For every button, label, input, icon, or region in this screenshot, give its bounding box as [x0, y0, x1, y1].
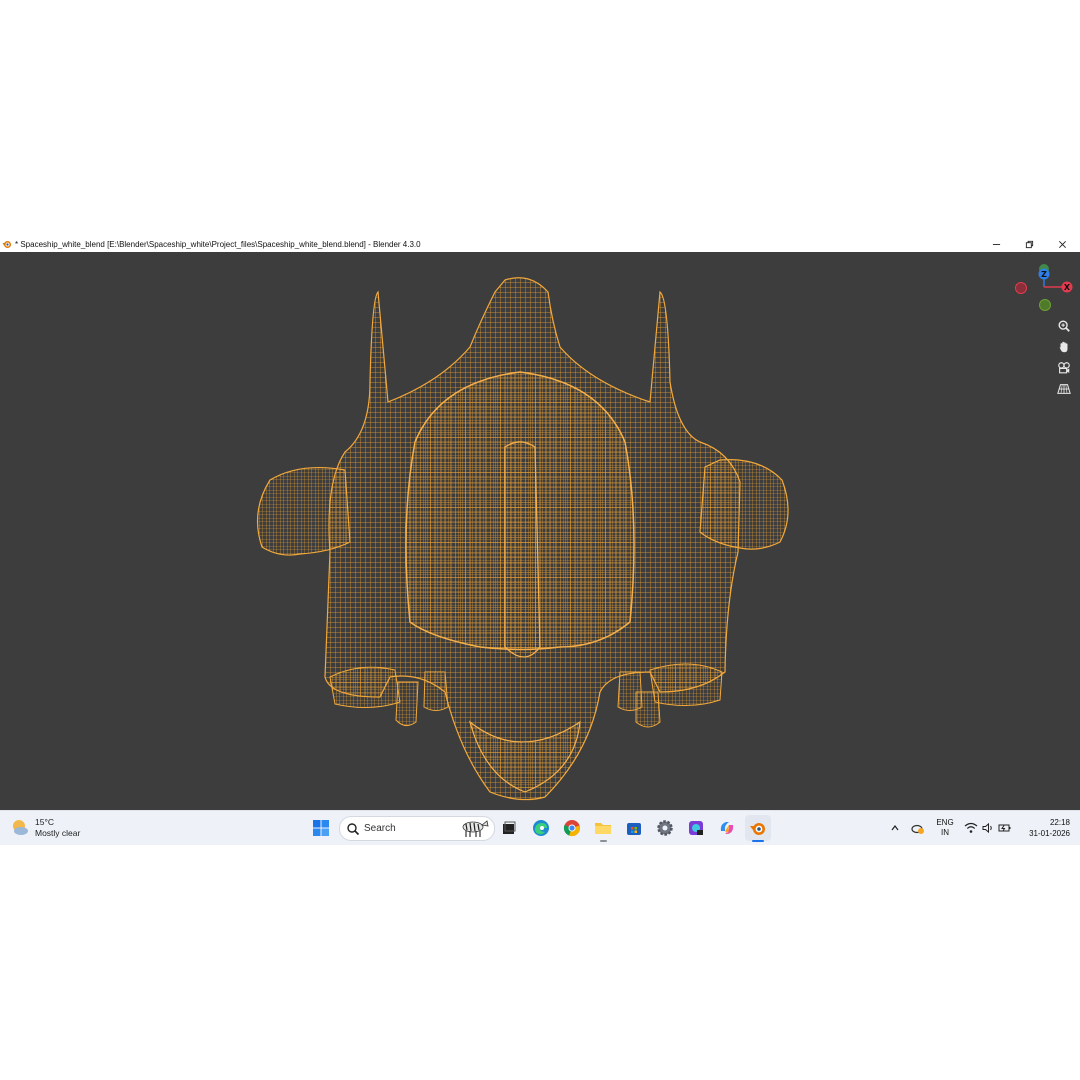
lower-left-engine-mesh [329, 666, 401, 709]
settings-icon [657, 820, 673, 836]
chevron-up-icon[interactable] [890, 823, 900, 833]
clock-date: 31-01-2026 [1029, 829, 1070, 838]
taskbar-search-box[interactable]: Search [339, 816, 495, 841]
task-view-button[interactable] [496, 815, 522, 841]
gizmo-z-label: Z [1041, 270, 1047, 279]
edge-icon [533, 820, 549, 836]
minimize-icon [992, 243, 1000, 245]
volume-icon[interactable] [982, 822, 994, 834]
restore-button[interactable] [1012, 236, 1046, 252]
navigation-gizmo[interactable]: Z X [1010, 262, 1076, 322]
perspective-toggle-button[interactable] [1054, 379, 1074, 399]
spaceship-wireframe[interactable] [0, 252, 1080, 810]
right-fin2-mesh [635, 691, 661, 728]
chrome-icon [563, 820, 580, 837]
minimize-button[interactable] [979, 236, 1013, 252]
weather-widget[interactable]: 15°C Mostly clear [10, 815, 80, 841]
file-explorer-icon [595, 823, 611, 834]
right-pod-mesh [699, 459, 789, 550]
title-bar[interactable]: * Spaceship_white_blend [E:\Blender\Spac… [0, 236, 1080, 252]
settings-button[interactable] [652, 815, 678, 841]
camera-view-icon [1058, 362, 1070, 374]
weather-moon-cloud-icon [13, 820, 28, 835]
weather-condition: Mostly clear [35, 828, 81, 838]
blender-active-indicator [752, 840, 764, 842]
search-placeholder: Search [364, 823, 396, 834]
close-icon [1058, 240, 1066, 248]
search-icon [347, 822, 360, 835]
edge-button[interactable] [528, 815, 554, 841]
gizmo-y-icon[interactable] [1039, 299, 1051, 311]
file-explorer-button[interactable] [590, 815, 616, 841]
copilot-icon [720, 822, 734, 834]
zoom-button[interactable] [1054, 316, 1074, 336]
store-icon [627, 823, 641, 835]
battery-charging-icon[interactable] [998, 822, 1012, 834]
left-fin-mesh [395, 681, 419, 726]
pan-button[interactable] [1054, 337, 1074, 357]
gizmo-x-label: X [1064, 283, 1071, 292]
left-pod-mesh [256, 466, 351, 556]
clock[interactable]: 22:18 31-01-2026 [1018, 817, 1070, 839]
lower-right-engine-mesh [649, 663, 723, 707]
left-fin2-mesh [423, 671, 449, 711]
clock-time: 22:18 [1049, 818, 1070, 827]
weather-temperature: 15°C [35, 817, 54, 827]
task-view-icon [503, 821, 516, 834]
blender-window: * Spaceship_white_blend [E:\Blender\Spac… [0, 236, 1080, 845]
close-button[interactable] [1045, 236, 1079, 252]
taskbar: 15°C Mostly clear Search ENG IN 22:18 31… [0, 810, 1080, 845]
blender-taskbar-button[interactable] [745, 815, 771, 841]
restore-icon [1025, 240, 1033, 248]
chrome-button[interactable] [559, 815, 585, 841]
3d-viewport[interactable]: Z X [0, 252, 1080, 810]
store-button[interactable] [621, 815, 647, 841]
window-title: * Spaceship_white_blend [E:\Blender\Spac… [15, 239, 421, 249]
wifi-icon[interactable] [964, 822, 978, 834]
gizmo-neg-x-icon[interactable] [1015, 282, 1027, 294]
app-icon [689, 821, 703, 835]
pan-hand-icon [1059, 341, 1068, 353]
input-language-indicator[interactable]: ENG IN [932, 818, 958, 838]
language-code: ENG [936, 818, 954, 827]
zoom-icon [1058, 320, 1070, 332]
start-button[interactable] [308, 815, 334, 841]
windows-start-icon [313, 820, 329, 836]
blender-logo-icon [2, 241, 11, 248]
search-highlight-zebra-icon [462, 820, 489, 837]
file-explorer-running-indicator [600, 840, 607, 842]
blender-icon [750, 823, 765, 835]
onedrive-sync-icon[interactable] [911, 821, 925, 835]
spine-mesh [504, 441, 541, 658]
perspective-grid-icon [1057, 384, 1071, 394]
camera-view-button[interactable] [1054, 358, 1074, 378]
copilot-button[interactable] [714, 815, 740, 841]
region-code: IN [941, 828, 949, 837]
app-button[interactable] [683, 815, 709, 841]
